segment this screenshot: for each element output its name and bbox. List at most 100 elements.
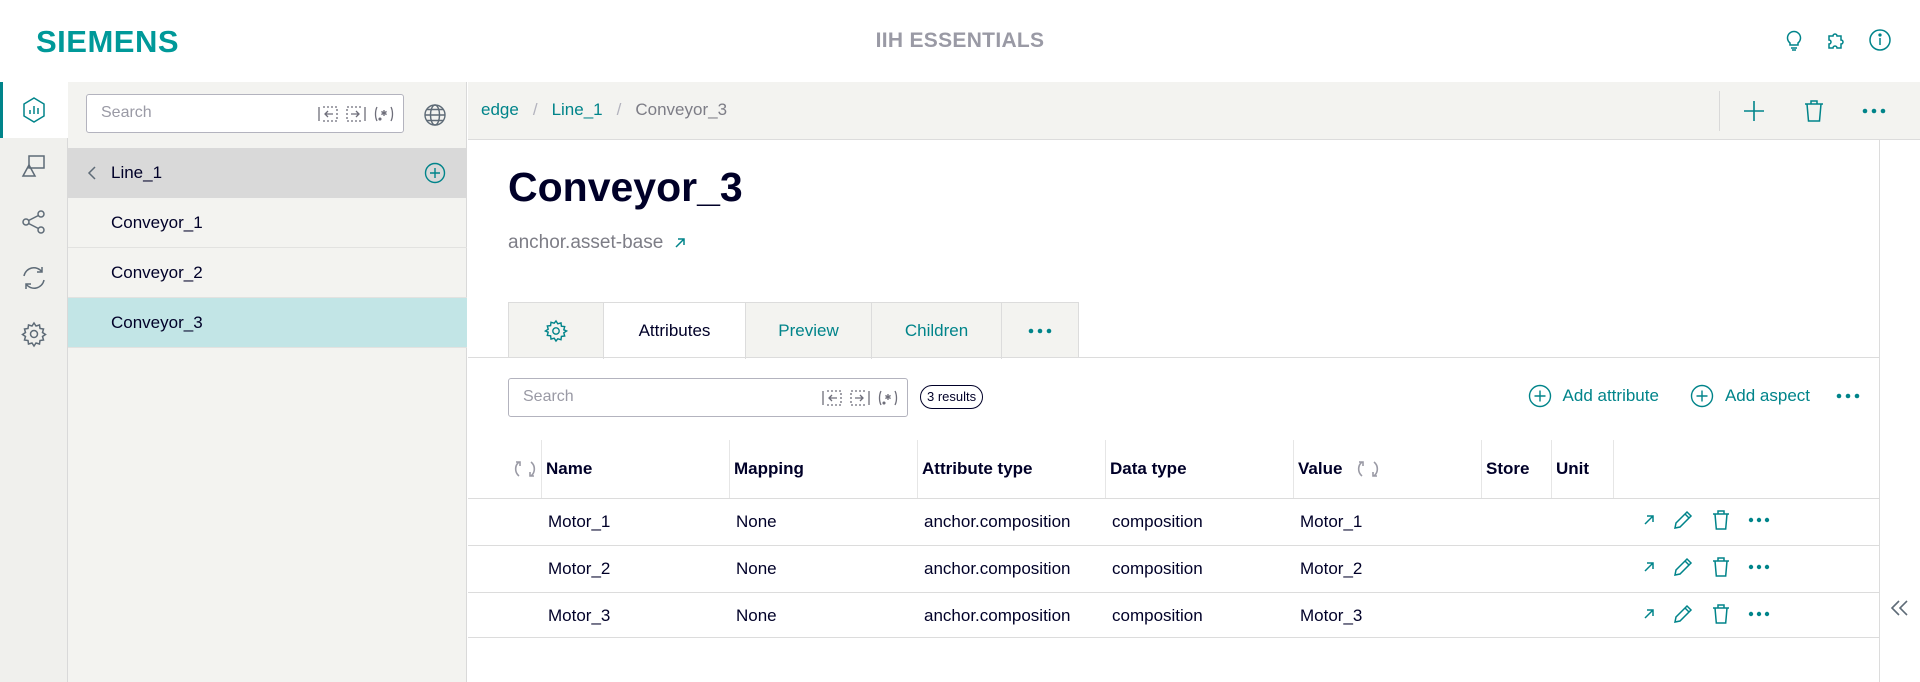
more-horizontal-icon[interactable]: [1747, 602, 1771, 626]
globe-icon[interactable]: [422, 102, 448, 128]
gear-icon: [543, 319, 569, 343]
breadcrumb-separator: /: [532, 100, 538, 119]
add-attribute-label: Add attribute: [1562, 386, 1659, 405]
plus-icon[interactable]: [1740, 97, 1768, 125]
tree-search-input[interactable]: [101, 104, 301, 122]
navigation-rail: [0, 82, 68, 682]
add-child-icon[interactable]: [423, 161, 447, 185]
refresh-icon[interactable]: [513, 457, 537, 481]
tab-label: Attributes: [638, 321, 711, 340]
match-end-icon[interactable]: [345, 104, 367, 124]
regex-icon[interactable]: [877, 388, 899, 408]
tree-parent-label: Line_1: [111, 163, 163, 182]
page-title: Conveyor_3: [508, 164, 743, 210]
add-circle-icon: [1689, 383, 1715, 409]
trash-icon[interactable]: [1800, 97, 1828, 125]
more-horizontal-icon[interactable]: [1747, 555, 1771, 579]
column-header-unit[interactable]: Unit: [1552, 440, 1614, 498]
more-horizontal-icon[interactable]: [1860, 97, 1888, 125]
asset-type-link[interactable]: anchor.asset-base: [508, 232, 687, 254]
settings-icon[interactable]: [0, 306, 68, 362]
breadcrumb-bar: edge / Line_1 / Conveyor_3: [468, 82, 1920, 140]
table-row[interactable]: Motor_2 None anchor.composition composit…: [468, 545, 1880, 592]
cell-name: Motor_3: [548, 606, 611, 625]
tree-search-box: [86, 94, 404, 133]
edit-pencil-icon[interactable]: [1671, 602, 1695, 626]
add-aspect-label: Add aspect: [1724, 386, 1810, 405]
asset-type-label: anchor.asset-base: [508, 232, 664, 253]
sync-icon[interactable]: [0, 250, 68, 306]
open-link-icon[interactable]: [1641, 606, 1657, 622]
external-link-icon: [673, 236, 687, 250]
table-row[interactable]: Motor_1 None anchor.composition composit…: [468, 498, 1880, 545]
breadcrumb-current: Conveyor_3: [635, 100, 728, 119]
puzzle-icon[interactable]: [1825, 28, 1849, 52]
tree-item-conveyor-3[interactable]: Conveyor_3: [68, 298, 467, 348]
trash-icon[interactable]: [1709, 508, 1733, 532]
table-row[interactable]: Motor_3 None anchor.composition composit…: [468, 592, 1880, 639]
column-header-mapping[interactable]: Mapping: [730, 440, 918, 498]
asset-tabs: Attributes Preview Children: [508, 302, 1079, 359]
trash-icon[interactable]: [1709, 602, 1733, 626]
cell-data-type: composition: [1112, 606, 1203, 625]
match-start-icon[interactable]: [317, 104, 339, 124]
attribute-search-input[interactable]: [523, 388, 723, 406]
column-header-store[interactable]: Store: [1482, 440, 1552, 498]
cell-value: Motor_1: [1300, 512, 1363, 531]
tab-settings[interactable]: [509, 303, 604, 359]
cell-name: Motor_1: [548, 512, 611, 531]
connections-icon[interactable]: [0, 194, 68, 250]
column-header-value[interactable]: Value: [1298, 459, 1342, 479]
collapse-panel-icon[interactable]: [1886, 594, 1914, 622]
cell-attribute-type: anchor.composition: [924, 559, 1071, 578]
tree-parent-row: Line_1: [68, 148, 467, 198]
cell-value: Motor_2: [1300, 559, 1363, 578]
column-header-value-cell: Value: [1294, 440, 1482, 498]
trash-icon[interactable]: [1709, 555, 1733, 579]
tree-item-conveyor-2[interactable]: Conveyor_2: [68, 248, 467, 298]
column-header-name[interactable]: Name: [542, 440, 730, 498]
attributes-table-header: Name Mapping Attribute type Data type Va…: [508, 440, 1880, 498]
regex-icon[interactable]: [373, 104, 395, 124]
shapes-icon[interactable]: [0, 138, 68, 194]
open-link-icon[interactable]: [1641, 559, 1657, 575]
tab-attributes[interactable]: Attributes: [604, 303, 746, 359]
tab-label: Preview: [778, 321, 839, 340]
add-circle-icon: [1527, 383, 1553, 409]
cell-mapping: None: [736, 559, 777, 578]
tab-more[interactable]: [1002, 303, 1078, 359]
tree-item-conveyor-1[interactable]: Conveyor_1: [68, 198, 467, 248]
add-attribute-button[interactable]: Add attribute: [1527, 383, 1659, 409]
tab-children[interactable]: Children: [872, 303, 1002, 359]
cell-value: Motor_3: [1300, 606, 1363, 625]
more-horizontal-icon[interactable]: [1834, 382, 1862, 410]
breadcrumb-line-1[interactable]: Line_1: [552, 100, 603, 120]
asset-detail-panel: edge / Line_1 / Conveyor_3 Conveyor_3 an…: [468, 82, 1920, 682]
chevron-left-icon[interactable]: [82, 163, 102, 183]
column-header-data-type[interactable]: Data type: [1106, 440, 1294, 498]
breadcrumb-separator: /: [616, 100, 622, 119]
app-header: SIEMENS IIH ESSENTIALS: [0, 0, 1920, 82]
tab-preview[interactable]: Preview: [746, 303, 872, 359]
edit-pencil-icon[interactable]: [1671, 555, 1695, 579]
match-start-icon[interactable]: [821, 388, 843, 408]
edit-pencil-icon[interactable]: [1671, 508, 1695, 532]
column-header-attribute-type[interactable]: Attribute type: [918, 440, 1106, 498]
tabs-underline: [468, 357, 1880, 358]
toolbar-divider: [1719, 91, 1720, 131]
cell-attribute-type: anchor.composition: [924, 606, 1071, 625]
lightbulb-icon[interactable]: [1782, 28, 1806, 52]
cell-mapping: None: [736, 512, 777, 531]
info-icon[interactable]: [1868, 28, 1892, 52]
breadcrumb-edge[interactable]: edge: [481, 100, 519, 120]
refresh-icon[interactable]: [1356, 457, 1380, 481]
table-bottom-border: [468, 637, 1880, 638]
asset-model-icon[interactable]: [0, 82, 68, 138]
more-horizontal-icon: [1028, 328, 1052, 334]
add-aspect-button[interactable]: Add aspect: [1689, 383, 1810, 409]
tree-item-label: Conveyor_2: [111, 263, 203, 282]
asset-tree-panel: Line_1 Conveyor_1 Conveyor_2 Conveyor_3: [68, 82, 467, 682]
open-link-icon[interactable]: [1641, 512, 1657, 528]
more-horizontal-icon[interactable]: [1747, 508, 1771, 532]
match-end-icon[interactable]: [849, 388, 871, 408]
